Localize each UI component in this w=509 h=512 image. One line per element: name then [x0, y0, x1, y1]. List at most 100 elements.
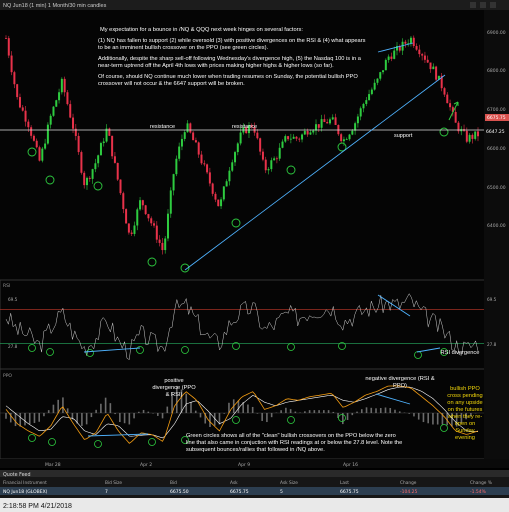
candle-body	[384, 59, 387, 71]
ppo-histogram-bar	[323, 410, 325, 413]
ppo-histogram-bar	[138, 411, 140, 413]
ppo-histogram-bar	[394, 409, 396, 413]
ppo-histogram-bar	[413, 413, 415, 417]
quote-cell: -1.54%	[470, 489, 487, 495]
candle-body	[119, 179, 122, 194]
ppo-histogram-bar	[85, 413, 88, 425]
rsi-divergence-label: RSI divergence	[441, 350, 480, 356]
candle-body	[418, 49, 421, 55]
quote-row-bg[interactable]	[0, 487, 509, 495]
candle-body	[60, 78, 63, 93]
candle-body	[234, 152, 237, 163]
candle-body	[55, 100, 58, 107]
candle-body	[111, 135, 114, 157]
para2: (1) NQ has fallen to support (2) while o…	[98, 38, 366, 51]
ppo-histogram-bar	[256, 413, 259, 414]
x-tick-3: Apr 16	[343, 462, 358, 468]
ppo-histogram-bar	[370, 407, 373, 413]
candle-body	[370, 89, 373, 95]
candle-body	[295, 136, 298, 139]
ppo-pane-title: PPO	[3, 373, 12, 379]
candle-body	[200, 154, 203, 164]
candle-body	[432, 66, 435, 70]
candle-body	[158, 239, 161, 243]
ppo-histogram-bar	[351, 413, 354, 416]
minimize-icon[interactable]	[470, 2, 476, 8]
window-controls[interactable]	[470, 2, 496, 8]
candle-body	[88, 177, 91, 179]
candle-body	[69, 104, 72, 118]
candle-body	[58, 92, 61, 101]
ppo-histogram-bar	[47, 410, 50, 413]
ppo-histogram-bar	[261, 413, 263, 421]
ppo-histogram-bar	[318, 410, 320, 413]
para1: My expectation for a bounce in /NQ & QQQ…	[100, 27, 303, 33]
ppo-histogram-bar	[308, 410, 311, 413]
ppo-histogram-bar	[109, 403, 112, 413]
y-tick-4: 6500.00	[487, 185, 506, 191]
close-icon[interactable]	[490, 2, 496, 8]
candle-body	[259, 138, 262, 152]
candle-body	[113, 156, 116, 163]
para3: Additionally, despite the sharp sell-off…	[98, 56, 361, 69]
ppo-histogram-bar	[156, 413, 159, 416]
para4: Of course, should NQ continue much lower…	[98, 74, 358, 87]
candle-body	[155, 225, 158, 240]
candle-body	[7, 38, 10, 56]
candle-body	[161, 242, 164, 251]
candle-body	[83, 172, 86, 186]
ppo-histogram-bar	[398, 411, 401, 413]
candle-body	[153, 223, 156, 226]
candle-body	[130, 232, 133, 234]
candle-body	[376, 78, 379, 83]
support-price-tag: 6647.25	[486, 129, 505, 135]
ppo-histogram-bar	[266, 413, 268, 423]
ppo-histogram-bar	[251, 406, 254, 413]
candle-body	[421, 54, 424, 56]
ppo-histogram-bar	[161, 413, 164, 419]
candle-body	[175, 158, 178, 175]
candle-body	[449, 103, 452, 108]
resistance-label-1: resistance	[150, 124, 175, 130]
ppo-histogram-bar	[14, 413, 17, 427]
rsi-pane	[0, 279, 509, 370]
candle-body	[278, 147, 281, 159]
quote-feed-title: Quote Feed	[3, 472, 31, 478]
ppo-histogram-bar	[19, 413, 22, 427]
candle-body	[303, 131, 306, 135]
quote-cell: NQ Jun18 (GLOBEX)	[3, 489, 48, 495]
candle-body	[359, 108, 362, 117]
status-time: 2:18:58 PM 4/21/2018	[3, 503, 72, 510]
ppo-histogram-bar	[289, 409, 292, 413]
candle-body	[35, 140, 38, 148]
bullish-ppo-text: bullish PPO cross pending on any upside …	[447, 386, 483, 441]
candle-body	[197, 142, 200, 155]
candle-body	[97, 155, 100, 164]
ppo-histogram-bar	[100, 403, 102, 413]
ppo-histogram-bar	[270, 413, 273, 418]
candle-body	[10, 55, 13, 73]
candle-body	[133, 225, 136, 234]
ppo-histogram-bar	[360, 409, 363, 413]
trading-chart: NQ Jun18 (1 min) 1 Month/30 min candles …	[0, 0, 509, 512]
ppo-histogram-bar	[237, 400, 240, 413]
ppo-histogram-bar	[38, 413, 41, 422]
ppo-histogram-bar	[123, 413, 126, 424]
candle-body	[94, 163, 97, 170]
rsi-axis-low: 27.8	[487, 342, 497, 347]
maximize-icon[interactable]	[480, 2, 486, 8]
positive-divergence-label: positive divergence (PPO & RSI)	[152, 378, 195, 398]
candle-body	[122, 193, 125, 210]
price-axis	[484, 10, 509, 459]
quote-data-row[interactable]: NQ Jun18 (GLOBEX) 7 6675.50 6675.75 5 6675.75…	[0, 487, 509, 495]
candle-body	[18, 97, 21, 108]
candle-body	[211, 183, 214, 194]
quote-cell: 6675.75	[340, 489, 359, 495]
candle-body	[298, 138, 301, 140]
negative-divergence-text: negative divergence (RSI & PPO)	[365, 376, 435, 389]
quote-cell: 5	[280, 489, 283, 495]
candle-body	[281, 141, 284, 148]
quote-cell: 7	[105, 489, 108, 495]
ppo-histogram-bar	[209, 413, 211, 427]
candle-body	[127, 223, 130, 233]
